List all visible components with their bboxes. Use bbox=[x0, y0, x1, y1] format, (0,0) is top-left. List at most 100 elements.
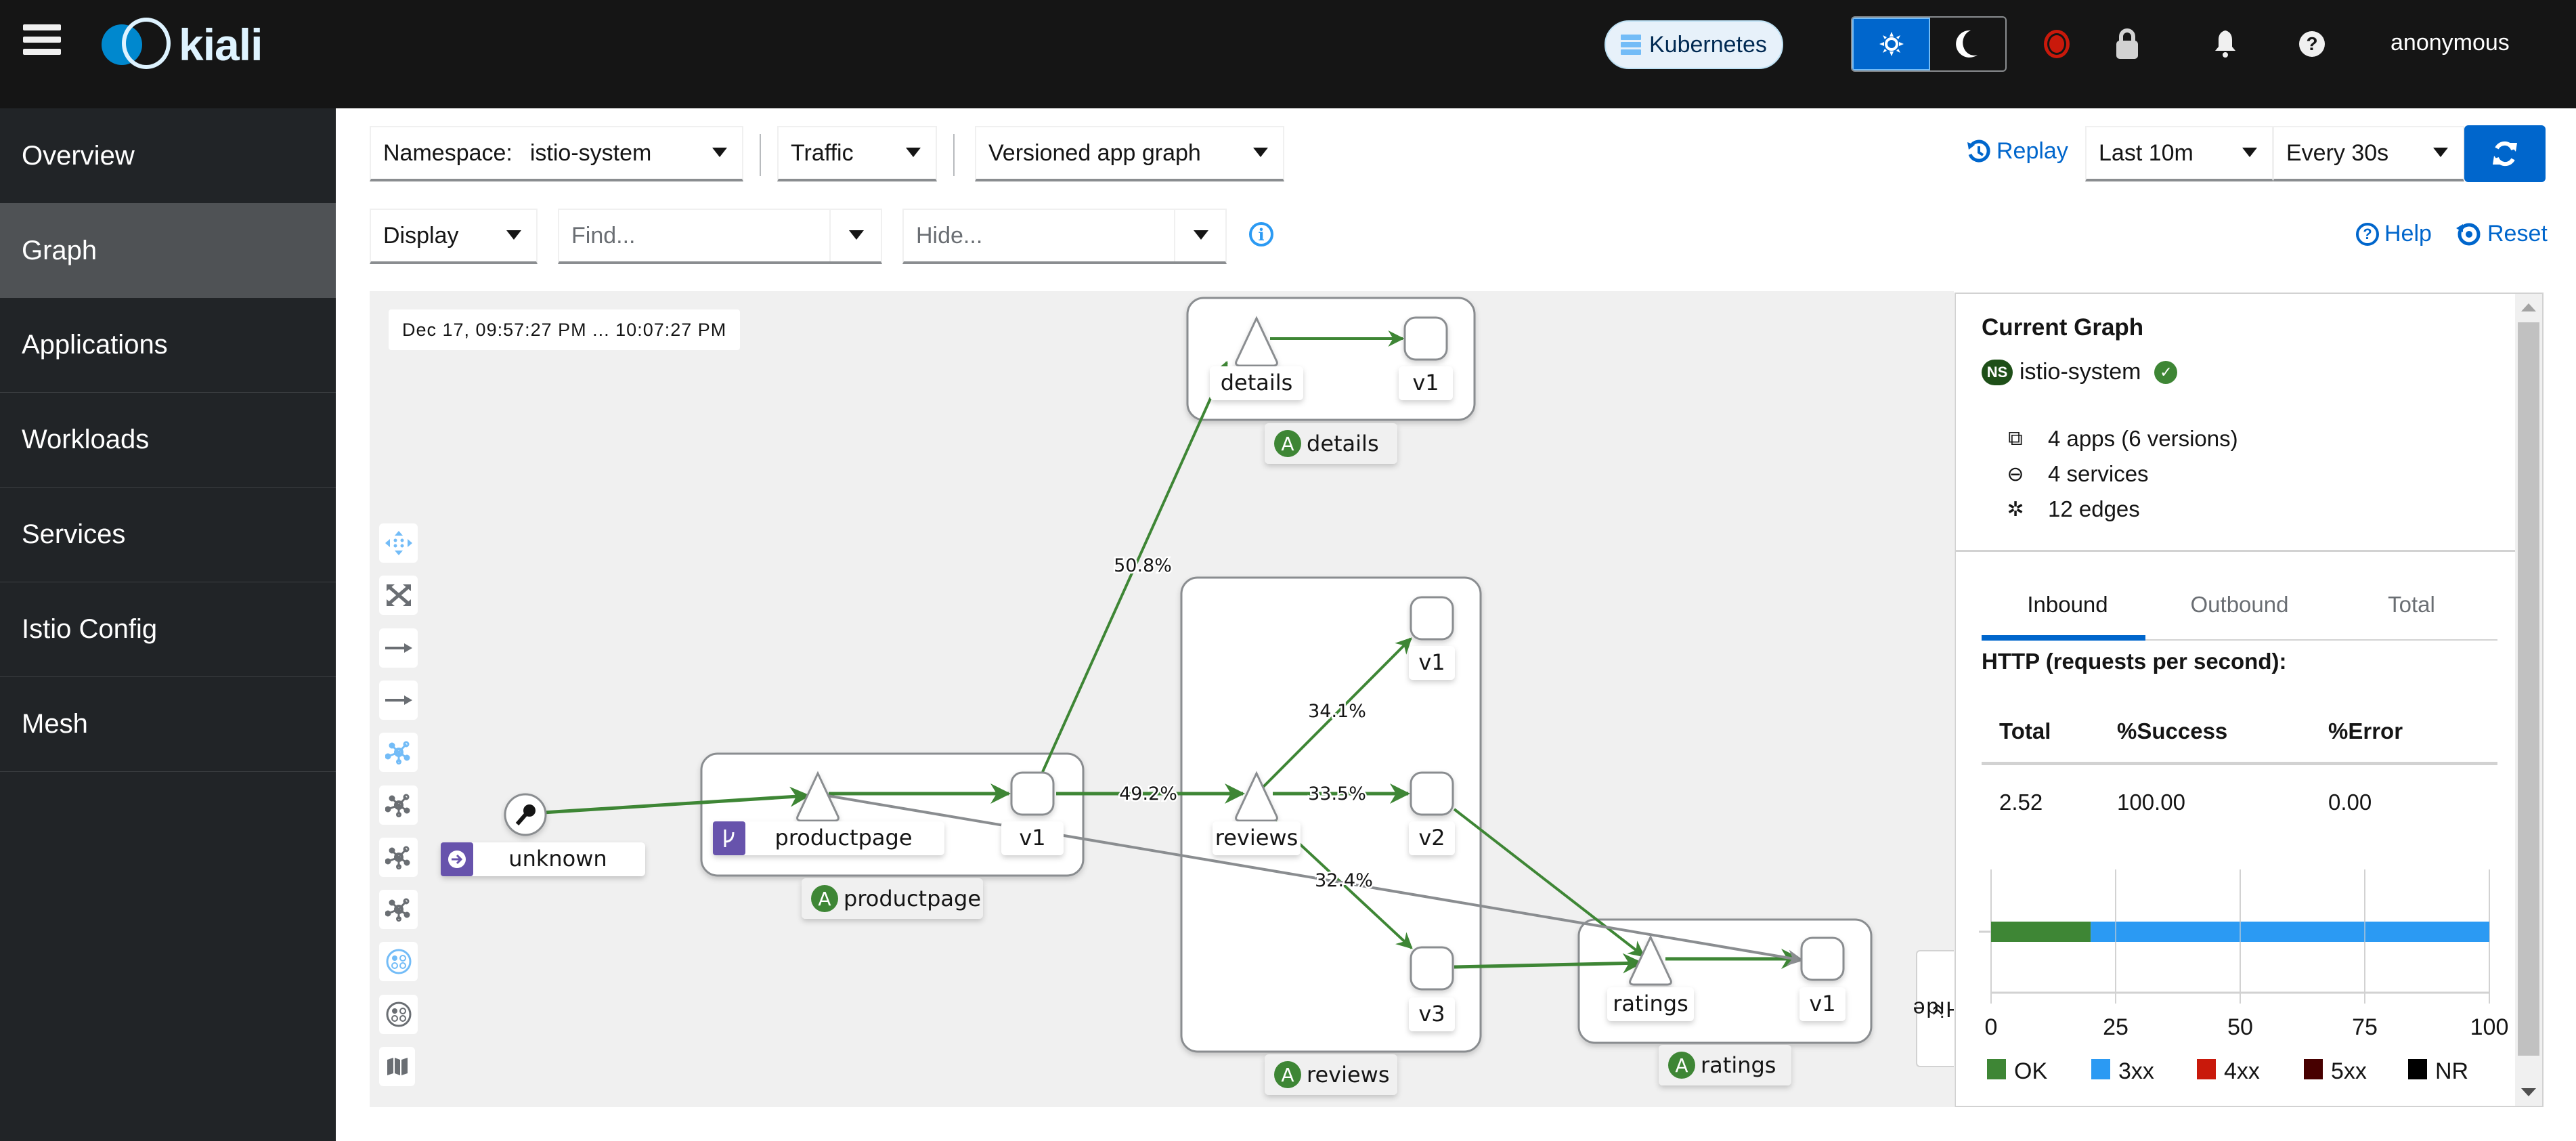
node-label-text: v2 bbox=[1418, 825, 1445, 851]
app-box-label[interactable]: Aproductpage bbox=[802, 878, 983, 919]
hide-history-toggle[interactable] bbox=[1174, 210, 1225, 261]
edge-wl-reviews-v2-to-svc-ratings[interactable] bbox=[1453, 808, 1645, 957]
namespace-layout-2-button[interactable] bbox=[379, 995, 418, 1034]
panel-scrollbar[interactable] bbox=[2515, 294, 2542, 1106]
tab-outbound[interactable]: Outbound bbox=[2154, 573, 2326, 639]
layout-2-button[interactable] bbox=[379, 838, 418, 877]
panel-divider bbox=[1956, 550, 2518, 552]
history-icon bbox=[1967, 139, 1990, 162]
workload-node-shape bbox=[1410, 946, 1454, 991]
map-icon bbox=[387, 1058, 408, 1075]
refresh-interval-select[interactable]: Every 30s bbox=[2273, 126, 2464, 181]
reset-button[interactable]: Reset bbox=[2456, 221, 2548, 247]
namespace-layout-icon bbox=[386, 1002, 411, 1027]
summary-panel: Current Graph NS istio-system ✓ ⧉ 4 apps… bbox=[1955, 293, 2544, 1107]
node-wl-details-v1[interactable] bbox=[1403, 316, 1448, 361]
table-row: 2.52 100.00 0.00 bbox=[1982, 765, 2497, 840]
col-error: %Error bbox=[2328, 718, 2403, 744]
info-icon[interactable]: i bbox=[1249, 222, 1273, 246]
hide-panel-tab[interactable]: » Hide bbox=[1911, 950, 1954, 1067]
namespace-select[interactable]: Namespace: istio-system bbox=[370, 126, 743, 181]
user-menu[interactable]: anonymous bbox=[2391, 30, 2510, 56]
caret-down-icon bbox=[506, 230, 521, 240]
find-input[interactable] bbox=[559, 210, 830, 261]
virtual-service-badge bbox=[713, 821, 745, 855]
sidebar-item-applications[interactable]: Applications bbox=[0, 298, 336, 393]
graph-canvas[interactable]: Adetails Aproductpage Areviews Aratings 50.8… bbox=[370, 291, 1954, 1107]
cell-error: 0.00 bbox=[2328, 790, 2372, 815]
sidebar-item-mesh[interactable]: Mesh bbox=[0, 677, 336, 772]
scrollbar-thumb[interactable] bbox=[2518, 322, 2539, 1056]
layout-default-button[interactable] bbox=[379, 733, 418, 772]
refresh-button[interactable] bbox=[2464, 125, 2546, 182]
node-wl-reviews-v3[interactable] bbox=[1410, 946, 1454, 991]
node-label-text: v1 bbox=[1019, 825, 1045, 851]
toggle-drag-button[interactable] bbox=[379, 523, 418, 563]
tab-inbound[interactable]: Inbound bbox=[1982, 573, 2154, 641]
app-box-label[interactable]: Adetails bbox=[1265, 423, 1397, 464]
layout-3-button[interactable] bbox=[379, 890, 418, 929]
nav-toggle-button[interactable] bbox=[23, 24, 61, 58]
node-label: v1 bbox=[1409, 646, 1455, 680]
dark-theme-button[interactable] bbox=[1930, 18, 2005, 70]
find-history-toggle[interactable] bbox=[829, 210, 881, 261]
legend-label: OK bbox=[2014, 1058, 2047, 1084]
notifications-bell-icon[interactable] bbox=[2208, 27, 2242, 61]
graph-type-select[interactable]: Versioned app graph bbox=[975, 126, 1284, 181]
sidebar-item-services[interactable]: Services bbox=[0, 488, 336, 582]
node-wl-reviews-v2[interactable] bbox=[1410, 771, 1454, 816]
sidebar-item-istio-config[interactable]: Istio Config bbox=[0, 582, 336, 677]
legend-button[interactable] bbox=[379, 1047, 415, 1086]
app-badge-letter: A bbox=[1281, 1064, 1294, 1086]
bar-segment-ok[interactable] bbox=[1991, 922, 2091, 942]
node-label: v1 bbox=[1399, 366, 1453, 400]
edge-arrow-icon bbox=[385, 695, 412, 705]
light-theme-button[interactable] bbox=[1852, 18, 1930, 70]
kiali-logo[interactable]: kiali bbox=[102, 18, 263, 72]
find-field[interactable] bbox=[558, 209, 882, 264]
help-icon[interactable]: ? bbox=[2295, 27, 2329, 61]
replay-button[interactable]: Replay bbox=[1967, 138, 2068, 165]
namespace-value: istio-system bbox=[529, 139, 652, 166]
node-wl-productpage-v1[interactable] bbox=[1010, 771, 1055, 816]
help-button[interactable]: ? Help bbox=[2356, 221, 2432, 247]
app-box-label[interactable]: Aratings bbox=[1659, 1045, 1791, 1085]
layout-dagre-button[interactable] bbox=[379, 628, 418, 668]
namespace-link[interactable]: istio-system bbox=[2020, 359, 2141, 385]
workload-node-shape bbox=[1410, 596, 1454, 641]
cluster-badge[interactable]: Kubernetes bbox=[1604, 20, 1783, 69]
namespace-layout-button[interactable] bbox=[379, 942, 418, 981]
traffic-select[interactable]: Traffic bbox=[777, 126, 937, 181]
scroll-up-icon[interactable] bbox=[2521, 303, 2536, 311]
sidebar-item-graph[interactable]: Graph bbox=[0, 203, 336, 298]
hide-input[interactable] bbox=[904, 210, 1175, 261]
scroll-down-icon[interactable] bbox=[2521, 1088, 2536, 1096]
tab-total[interactable]: Total bbox=[2326, 573, 2497, 639]
node-unknown[interactable] bbox=[504, 793, 547, 836]
lock-icon[interactable] bbox=[2110, 27, 2144, 61]
node-label-text: unknown bbox=[508, 846, 607, 871]
display-select[interactable]: Display bbox=[370, 209, 538, 264]
services-icon: ⊖ bbox=[2007, 462, 2024, 486]
legend-swatch-5xx bbox=[2304, 1059, 2323, 1079]
edge-label: 34.1% bbox=[1308, 701, 1366, 722]
duration-select[interactable]: Last 10m bbox=[2085, 126, 2273, 181]
tracing-record-icon[interactable] bbox=[2040, 27, 2074, 61]
bar-segment-3xx[interactable] bbox=[2091, 922, 2489, 942]
edge-label: 49.2% bbox=[1119, 783, 1177, 804]
table-header: Total %Success %Error bbox=[1982, 700, 2497, 765]
node-wl-ratings-v1[interactable] bbox=[1800, 937, 1845, 981]
col-total: Total bbox=[1999, 718, 2051, 744]
sidebar-item-overview[interactable]: Overview bbox=[0, 108, 336, 203]
sidebar-item-workloads[interactable]: Workloads bbox=[0, 393, 336, 488]
refresh-interval-label: Every 30s bbox=[2286, 139, 2389, 166]
layout-1-button[interactable] bbox=[379, 785, 418, 825]
sun-icon bbox=[1879, 32, 1904, 56]
theme-toggle[interactable] bbox=[1851, 16, 2007, 72]
node-wl-reviews-v1[interactable] bbox=[1410, 596, 1454, 641]
node-label-text: v1 bbox=[1412, 370, 1439, 395]
zoom-to-fit-button[interactable] bbox=[379, 576, 418, 615]
layout-edge-button[interactable] bbox=[379, 681, 418, 720]
app-box-label[interactable]: Areviews bbox=[1265, 1054, 1397, 1095]
hide-field[interactable] bbox=[902, 209, 1227, 264]
